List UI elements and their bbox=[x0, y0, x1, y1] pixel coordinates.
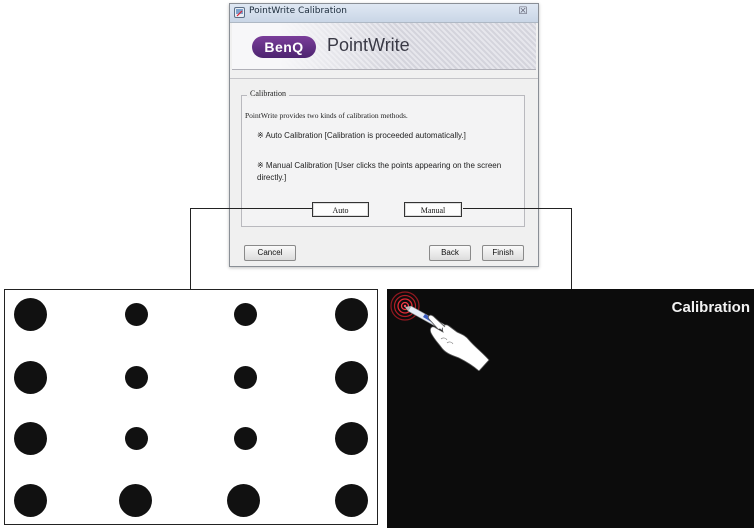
calibration-point bbox=[119, 484, 152, 517]
calibration-point bbox=[14, 361, 47, 394]
auto-connector-line bbox=[190, 208, 312, 209]
calibration-point bbox=[14, 422, 47, 455]
calibration-point bbox=[14, 298, 47, 331]
auto-button[interactable]: Auto bbox=[312, 202, 369, 217]
calibration-point bbox=[335, 422, 368, 455]
intro-text: PointWrite provides two kinds of calibra… bbox=[245, 111, 408, 120]
manual-description: ※ Manual Calibration [User clicks the po… bbox=[257, 161, 502, 182]
calibration-point bbox=[125, 427, 148, 450]
dialog-body: Calibration PointWrite provides two kind… bbox=[229, 3, 539, 267]
calibration-point bbox=[125, 303, 148, 326]
manual-connector-line bbox=[463, 208, 572, 209]
pointing-hand-pen-icon bbox=[405, 305, 490, 371]
calibration-point bbox=[234, 427, 257, 450]
calibration-point bbox=[335, 361, 368, 394]
finish-button[interactable]: Finish bbox=[482, 245, 524, 261]
manual-connector-line-vertical bbox=[571, 208, 572, 289]
calibration-point bbox=[335, 298, 368, 331]
back-button[interactable]: Back bbox=[429, 245, 471, 261]
calibration-point bbox=[227, 484, 260, 517]
auto-description: ※ Auto Calibration [Calibration is proce… bbox=[257, 131, 466, 140]
calibration-point bbox=[335, 484, 368, 517]
calibration-point bbox=[125, 366, 148, 389]
manual-button[interactable]: Manual bbox=[404, 202, 462, 217]
group-title: Calibration bbox=[247, 89, 289, 98]
auto-calibration-screen bbox=[4, 289, 378, 525]
calibration-point bbox=[234, 303, 257, 326]
manual-screen-title: Calibration bbox=[671, 299, 750, 316]
auto-connector-line-vertical bbox=[190, 208, 191, 289]
calibration-point bbox=[14, 484, 47, 517]
manual-calibration-screen: Calibration bbox=[387, 289, 754, 528]
calibration-point bbox=[234, 366, 257, 389]
cancel-button[interactable]: Cancel bbox=[244, 245, 296, 261]
